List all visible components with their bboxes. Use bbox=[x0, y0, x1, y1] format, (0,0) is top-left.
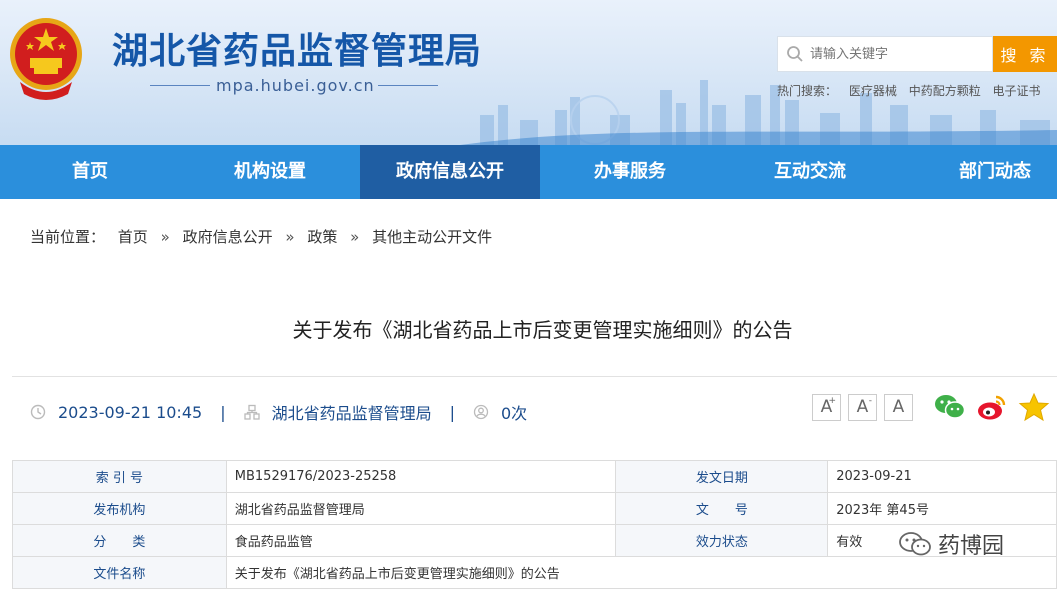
info-value: 2023年 第45号 bbox=[827, 492, 1057, 525]
clock-icon bbox=[30, 404, 46, 420]
site-domain-row: mpa.hubei.gov.cn bbox=[150, 76, 450, 96]
hot-search-item[interactable]: 中药配方颗粒 bbox=[909, 84, 981, 98]
search-input[interactable] bbox=[810, 44, 986, 64]
divider-line bbox=[378, 85, 438, 86]
breadcrumb: 当前位置： 首页 » 政府信息公开 » 政策 » 其他主动公开文件 bbox=[30, 226, 492, 247]
article-source: 湖北省药品监督管理局 bbox=[271, 404, 432, 423]
breadcrumb-separator: » bbox=[160, 228, 170, 246]
search-icon bbox=[787, 46, 803, 62]
info-label: 发文日期 bbox=[615, 460, 829, 493]
hot-search: 热门搜索： 医疗器械 中药配方颗粒 电子证书 bbox=[777, 82, 1049, 99]
site-domain: mpa.hubei.gov.cn bbox=[216, 76, 375, 95]
breadcrumb-label: 当前位置： bbox=[30, 228, 106, 246]
article-title: 关于发布《湖北省药品上市后变更管理实施细则》的公告 bbox=[292, 318, 793, 342]
main-nav: 首页 机构设置 政府信息公开 办事服务 互动交流 部门动态 bbox=[0, 145, 1057, 199]
nav-item-home[interactable]: 首页 bbox=[0, 145, 180, 199]
info-label: 分 类 bbox=[12, 524, 227, 557]
hot-search-label: 热门搜索： bbox=[777, 84, 838, 98]
info-value: 关于发布《湖北省药品上市后变更管理实施细则》的公告 bbox=[225, 556, 1057, 589]
view-count: 0次 bbox=[500, 404, 528, 423]
info-label: 文 号 bbox=[615, 492, 829, 525]
meta-separator: | bbox=[449, 402, 455, 422]
info-label: 索 引 号 bbox=[12, 460, 227, 493]
info-value: 食品药品监管 bbox=[225, 524, 617, 557]
info-value: 湖北省药品监督管理局 bbox=[225, 492, 617, 525]
publish-datetime: 2023-09-21 10:45 bbox=[58, 402, 203, 422]
table-row: 文件名称 关于发布《湖北省药品上市后变更管理实施细则》的公告 bbox=[12, 556, 1057, 589]
divider bbox=[12, 376, 1057, 377]
breadcrumb-item-policy[interactable]: 政策 bbox=[307, 228, 337, 246]
info-value: 2023-09-21 bbox=[827, 460, 1057, 493]
star-icon[interactable] bbox=[1018, 392, 1050, 422]
breadcrumb-item-gov-info[interactable]: 政府信息公开 bbox=[183, 228, 273, 246]
search-box bbox=[777, 36, 993, 72]
article-meta: 2023-09-21 10:45 | 湖北省药品监督管理局 | 0次 bbox=[30, 400, 527, 424]
font-size-controls: A + A- A bbox=[812, 394, 920, 421]
font-reset-button[interactable]: A bbox=[884, 394, 913, 421]
share-buttons bbox=[934, 392, 1057, 422]
national-emblem-icon bbox=[10, 18, 82, 100]
site-header: 湖北省药品监督管理局 mpa.hubei.gov.cn 搜 索 热门搜索： 医疗… bbox=[0, 0, 1057, 145]
organization-icon bbox=[243, 404, 260, 420]
table-row: 发布机构 湖北省药品监督管理局 文 号 2023年 第45号 bbox=[12, 492, 1057, 525]
watermark: 药博园 bbox=[898, 528, 1004, 560]
nav-item-news[interactable]: 部门动态 bbox=[900, 145, 1057, 199]
breadcrumb-separator: » bbox=[285, 228, 295, 246]
breadcrumb-item-home[interactable]: 首页 bbox=[118, 228, 148, 246]
breadcrumb-item-other-docs[interactable]: 其他主动公开文件 bbox=[372, 228, 492, 246]
watermark-wechat-icon bbox=[899, 532, 931, 556]
font-increase-button[interactable]: A + bbox=[812, 394, 841, 421]
document-info-table: 索 引 号 MB1529176/2023-25258 发文日期 2023-09-… bbox=[12, 460, 1057, 589]
weibo-icon[interactable] bbox=[976, 392, 1008, 422]
watermark-text: 药博园 bbox=[938, 534, 1005, 559]
site-title: 湖北省药品监督管理局 bbox=[112, 31, 483, 72]
info-label: 效力状态 bbox=[615, 524, 829, 557]
search-button[interactable]: 搜 索 bbox=[993, 36, 1057, 72]
nav-item-services[interactable]: 办事服务 bbox=[540, 145, 720, 199]
meta-separator: | bbox=[220, 402, 226, 422]
nav-item-interaction[interactable]: 互动交流 bbox=[720, 145, 900, 199]
breadcrumb-separator: » bbox=[350, 228, 360, 246]
divider-line bbox=[150, 85, 210, 86]
table-row: 索 引 号 MB1529176/2023-25258 发文日期 2023-09-… bbox=[12, 460, 1057, 493]
info-value: MB1529176/2023-25258 bbox=[225, 460, 617, 493]
info-label: 发布机构 bbox=[12, 492, 227, 525]
user-icon bbox=[473, 404, 489, 420]
nav-item-gov-info[interactable]: 政府信息公开 bbox=[360, 145, 540, 199]
hot-search-item[interactable]: 医疗器械 bbox=[849, 84, 897, 98]
info-label: 文件名称 bbox=[12, 556, 227, 589]
wechat-icon[interactable] bbox=[934, 392, 966, 422]
nav-item-organization[interactable]: 机构设置 bbox=[180, 145, 360, 199]
hot-search-item[interactable]: 电子证书 bbox=[993, 84, 1041, 98]
font-decrease-button[interactable]: A- bbox=[848, 394, 877, 421]
